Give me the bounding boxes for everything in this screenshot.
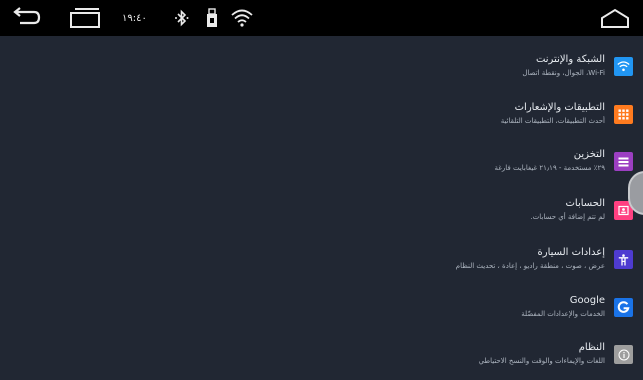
setting-title: النظام — [578, 342, 605, 353]
setting-system[interactable]: النظام اللغات والإيماءات والوقت والنسخ ا… — [0, 328, 643, 376]
setting-subtitle: Wi-Fi، الجوال، ونقطة اتصال — [522, 69, 605, 77]
setting-title: التطبيقات والإشعارات — [514, 102, 605, 113]
setting-accounts[interactable]: الحسابات لم تتم إضافة أي حسابات. — [0, 184, 643, 232]
setting-title: الشبكة والإنترنت — [535, 54, 605, 65]
setting-google[interactable]: Google الخدمات والإعدادات المفضّلة — [0, 281, 643, 329]
setting-subtitle: أحدث التطبيقات، التطبيقات التلقائية — [500, 117, 605, 125]
recent-apps-icon[interactable] — [66, 6, 104, 30]
setting-text: الشبكة والإنترنت Wi-Fi، الجوال، ونقطة ات… — [522, 53, 605, 79]
bluetooth-icon — [173, 8, 191, 28]
status-bar: ١٩:٤٠ — [0, 0, 643, 36]
setting-car-settings[interactable]: إعدادات السيارة عرض ، صوت ، منطقة راديو … — [0, 233, 643, 281]
setting-storage[interactable]: التخزين ٢٩٪ مستخدمة - ٢١٫١٩ غيغابايت فار… — [0, 135, 643, 183]
setting-text: التطبيقات والإشعارات أحدث التطبيقات، الت… — [501, 101, 605, 127]
back-arrow-icon[interactable] — [8, 6, 44, 30]
clock: ١٩:٤٠ — [122, 12, 147, 24]
setting-subtitle: لم تتم إضافة أي حسابات. — [530, 213, 605, 221]
setting-text: الحسابات لم تتم إضافة أي حسابات. — [530, 197, 605, 223]
screen: ١٩:٤٠ الشبكة والإنترنت Wi-Fi، الجوال، ون… — [0, 0, 643, 380]
setting-subtitle: الخدمات والإعدادات المفضّلة — [521, 310, 605, 318]
setting-title: الحسابات — [565, 198, 606, 209]
wifi-icon — [614, 57, 633, 76]
apps-grid-icon — [614, 105, 633, 124]
setting-text: التخزين ٢٩٪ مستخدمة - ٢١٫١٩ غيغابايت فار… — [494, 148, 605, 174]
person-icon — [614, 250, 633, 269]
setting-title: Google — [569, 295, 605, 306]
info-icon — [614, 345, 633, 364]
setting-text: النظام اللغات والإيماءات والوقت والنسخ ا… — [479, 341, 605, 367]
setting-title: التخزين — [573, 149, 605, 160]
wifi-icon — [230, 8, 254, 28]
setting-subtitle: عرض ، صوت ، منطقة راديو ، إعادة ، تحديث … — [455, 262, 605, 270]
setting-subtitle: اللغات والإيماءات والوقت والنسخ الاحتياط… — [478, 357, 605, 365]
setting-title: إعدادات السيارة — [537, 247, 605, 258]
storage-icon — [614, 152, 633, 171]
home-icon[interactable] — [597, 7, 633, 31]
setting-apps-notifications[interactable]: التطبيقات والإشعارات أحدث التطبيقات، الت… — [0, 88, 643, 136]
setting-network-internet[interactable]: الشبكة والإنترنت Wi-Fi، الجوال، ونقطة ات… — [0, 40, 643, 88]
google-icon — [614, 298, 633, 317]
usb-icon — [205, 7, 219, 29]
setting-subtitle: ٢٩٪ مستخدمة - ٢١٫١٩ غيغابايت فارغة — [494, 164, 605, 172]
setting-text: Google الخدمات والإعدادات المفضّلة — [521, 294, 605, 320]
settings-list: الشبكة والإنترنت Wi-Fi، الجوال، ونقطة ات… — [0, 36, 643, 380]
setting-text: إعدادات السيارة عرض ، صوت ، منطقة راديو … — [456, 246, 605, 272]
